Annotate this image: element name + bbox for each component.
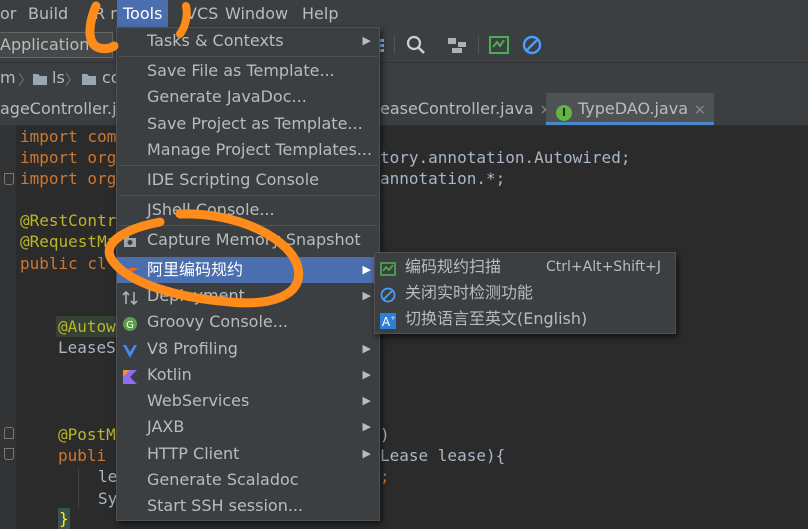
- menu-item-build[interactable]: Build: [28, 0, 68, 28]
- toolbar-separator: [394, 36, 395, 54]
- alibaba-submenu: 编码规约扫描 Ctrl+Alt+Shift+J 关闭实时检测功能 A + 切换语言…: [374, 252, 676, 334]
- menu-item-capture-memory-snapshot[interactable]: Capture Memory Snapshot: [117, 227, 379, 253]
- code-line: le: [98, 467, 118, 486]
- code-line: import org: [20, 148, 117, 167]
- menu-item-save-project-as-template[interactable]: Save Project as Template...: [117, 111, 379, 137]
- menu-item-partial[interactable]: or: [0, 0, 16, 28]
- menu-item-v8-profiling[interactable]: V8 Profiling ▶: [117, 336, 379, 362]
- code-line: publi: [58, 446, 107, 465]
- breadcrumb-separator-icon: 〉: [65, 73, 79, 89]
- menu-item-disable-realtime-check[interactable]: 关闭实时检测功能: [375, 280, 675, 306]
- tools-menu: Tasks & Contexts ▶ Save File as Template.…: [116, 27, 380, 521]
- indent-guide: [78, 468, 79, 508]
- code-fragment: Lease lease){: [380, 446, 506, 465]
- menu-item-http-client[interactable]: HTTP Client ▶: [117, 441, 379, 467]
- menu-item-tools[interactable]: Tools: [117, 0, 169, 28]
- code-scan-icon: [380, 259, 396, 276]
- disable-realtime-check-icon[interactable]: [521, 34, 543, 56]
- run-configuration-label: Application: [0, 35, 90, 54]
- code-line: import com: [20, 127, 117, 146]
- code-line: @PostM: [58, 425, 116, 444]
- breadcrumb-separator-icon: 〉: [18, 73, 32, 89]
- menu-separator: [119, 56, 377, 57]
- toolbar-separator: [478, 36, 479, 54]
- tab-page-controller[interactable]: ageController.ja: [0, 93, 126, 125]
- fold-icon[interactable]: [4, 173, 14, 185]
- menu-item-ide-scripting-console[interactable]: IDE Scripting Console: [117, 167, 379, 193]
- fold-icon[interactable]: [4, 448, 14, 460]
- code-fragment: ;: [380, 467, 390, 486]
- folder-icon: [81, 71, 97, 90]
- code-line: @RequestMa: [20, 232, 117, 251]
- code-fragment: annotation.*;: [380, 169, 506, 188]
- menu-item-manage-project-templates[interactable]: Manage Project Templates...: [117, 137, 379, 163]
- menu-bar: or Build R n Tools VCS Window Help: [0, 0, 808, 28]
- submenu-arrow-icon: ▶: [362, 263, 371, 276]
- tab-lease-controller[interactable]: easeController.java×: [380, 93, 559, 125]
- v8-icon: [122, 341, 138, 358]
- menu-item-deployment[interactable]: Deployment ▶: [117, 283, 379, 309]
- project-structure-icon[interactable]: [446, 34, 468, 56]
- memory-snapshot-icon: [122, 232, 138, 248]
- code-line: @Autow: [58, 317, 116, 336]
- editor-gutter: [0, 125, 16, 529]
- menu-item-jshell-console[interactable]: JShell Console...: [117, 197, 379, 223]
- code-line: public cl: [20, 254, 107, 273]
- menu-item-webservices[interactable]: WebServices ▶: [117, 388, 379, 414]
- close-icon[interactable]: ×: [694, 102, 706, 118]
- svg-text:+: +: [390, 315, 395, 322]
- interface-icon: I: [556, 105, 572, 121]
- alibaba-icon: [122, 262, 139, 278]
- fold-icon[interactable]: [4, 427, 14, 439]
- kotlin-icon: [122, 367, 138, 384]
- submenu-arrow-icon: ▶: [362, 394, 371, 407]
- menu-separator: [119, 225, 377, 226]
- breadcrumb-item[interactable]: m: [0, 63, 16, 93]
- menu-item-kotlin[interactable]: Kotlin ▶: [117, 362, 379, 388]
- code-fragment: ): [380, 425, 390, 444]
- code-scan-icon[interactable]: [488, 34, 510, 56]
- menu-item-switch-language[interactable]: A + 切换语言至英文(English): [375, 306, 675, 332]
- submenu-arrow-icon: ▶: [362, 289, 371, 302]
- svg-text:G: G: [126, 320, 134, 331]
- menu-item-save-file-as-template[interactable]: Save File as Template...: [117, 58, 379, 84]
- menu-item-tasks-contexts[interactable]: Tasks & Contexts ▶: [117, 28, 379, 54]
- code-line: @RestContr: [20, 211, 117, 230]
- code-line: Sy: [98, 489, 118, 508]
- folder-icon: [32, 71, 48, 90]
- disable-icon: [380, 285, 396, 303]
- search-icon[interactable]: [405, 34, 427, 56]
- submenu-arrow-icon: ▶: [362, 342, 371, 355]
- submenu-arrow-icon: ▶: [362, 447, 371, 460]
- shortcut-label: Ctrl+Alt+Shift+J: [545, 259, 661, 275]
- menu-item-generate-scaladoc[interactable]: Generate Scaladoc: [117, 467, 379, 493]
- menu-item-jaxb[interactable]: JAXB ▶: [117, 414, 379, 440]
- run-configuration-select[interactable]: Application: [0, 32, 113, 58]
- submenu-arrow-icon: ▶: [362, 34, 371, 47]
- menu-separator: [119, 165, 377, 166]
- breadcrumb-item[interactable]: ls: [52, 63, 65, 93]
- menu-item-code-scan[interactable]: 编码规约扫描 Ctrl+Alt+Shift+J: [375, 254, 675, 280]
- menu-item-window[interactable]: Window: [225, 0, 288, 28]
- groovy-icon: G: [122, 314, 138, 331]
- code-line: import org: [20, 169, 117, 188]
- menu-item-groovy-console[interactable]: G Groovy Console...: [117, 309, 379, 335]
- menu-item-vcs[interactable]: VCS: [186, 0, 218, 28]
- submenu-arrow-icon: ▶: [362, 368, 371, 381]
- language-icon: A +: [380, 311, 396, 329]
- tab-type-dao[interactable]: I TypeDAO.java ×: [546, 93, 714, 125]
- menu-item-alibaba-coding-guidelines[interactable]: 阿里编码规约 ▶: [117, 257, 379, 283]
- menu-item-start-ssh-session[interactable]: Start SSH session...: [117, 493, 379, 519]
- deployment-icon: [122, 288, 138, 306]
- code-fragment: tory.annotation.Autowired;: [380, 148, 631, 167]
- code-line: }: [59, 509, 69, 528]
- code-line: LeaseS: [58, 338, 116, 357]
- submenu-arrow-icon: ▶: [362, 420, 371, 433]
- menu-separator: [119, 195, 377, 196]
- menu-item-help[interactable]: Help: [302, 0, 338, 28]
- menu-item-generate-javadoc[interactable]: Generate JavaDoc...: [117, 84, 379, 110]
